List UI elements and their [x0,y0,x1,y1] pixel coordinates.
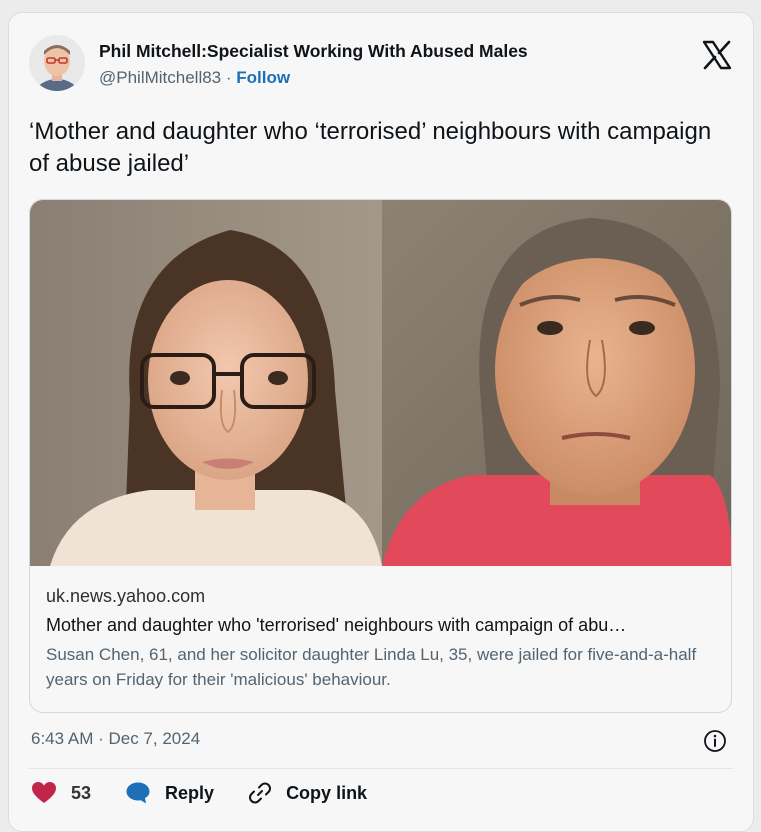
separator: · [225,68,232,87]
info-icon[interactable] [703,729,727,753]
tweet-header: Phil Mitchell:Specialist Working With Ab… [29,35,733,95]
like-count: 53 [71,782,92,803]
author-handle[interactable]: @PhilMitchell83 [99,68,221,87]
link-preview-card[interactable]: uk.news.yahoo.com Mother and daughter wh… [29,199,732,713]
divider [29,768,733,769]
x-logo-icon[interactable] [701,39,733,71]
link-domain: uk.news.yahoo.com [46,586,206,606]
reply-button[interactable]: Reply [125,781,214,805]
heart-icon [32,782,56,803]
copy-link-button[interactable]: Copy link [248,781,367,805]
tweet-text: ‘Mother and daughter who ‘terrorised’ ne… [29,118,712,177]
link-preview-image [30,200,731,566]
link-meta: uk.news.yahoo.com Mother and daughter wh… [46,586,717,692]
like-button[interactable]: 53 [31,781,91,805]
author-block: Phil Mitchell:Specialist Working With Ab… [99,41,528,88]
tweet-card: Phil Mitchell:Specialist Working With Ab… [8,12,754,832]
link-title[interactable]: Mother and daughter who 'terrorised' nei… [46,615,717,636]
author-name[interactable]: Phil Mitchell:Specialist Working With Ab… [99,41,528,62]
timestamp[interactable]: 6:43 AM · Dec 7, 2024 [31,729,200,749]
reply-bubble-icon [126,782,150,804]
link-icon [249,782,272,804]
copy-link-label: Copy link [286,782,368,803]
reply-label: Reply [165,782,215,803]
avatar-image [29,35,85,91]
avatar[interactable] [29,35,85,91]
follow-button[interactable]: Follow [236,68,290,87]
link-description: Susan Chen, 61, and her solicitor daught… [46,645,697,689]
handle-line: @PhilMitchell83 · Follow [99,68,528,88]
action-bar: 53 Reply Copy link [31,781,401,805]
